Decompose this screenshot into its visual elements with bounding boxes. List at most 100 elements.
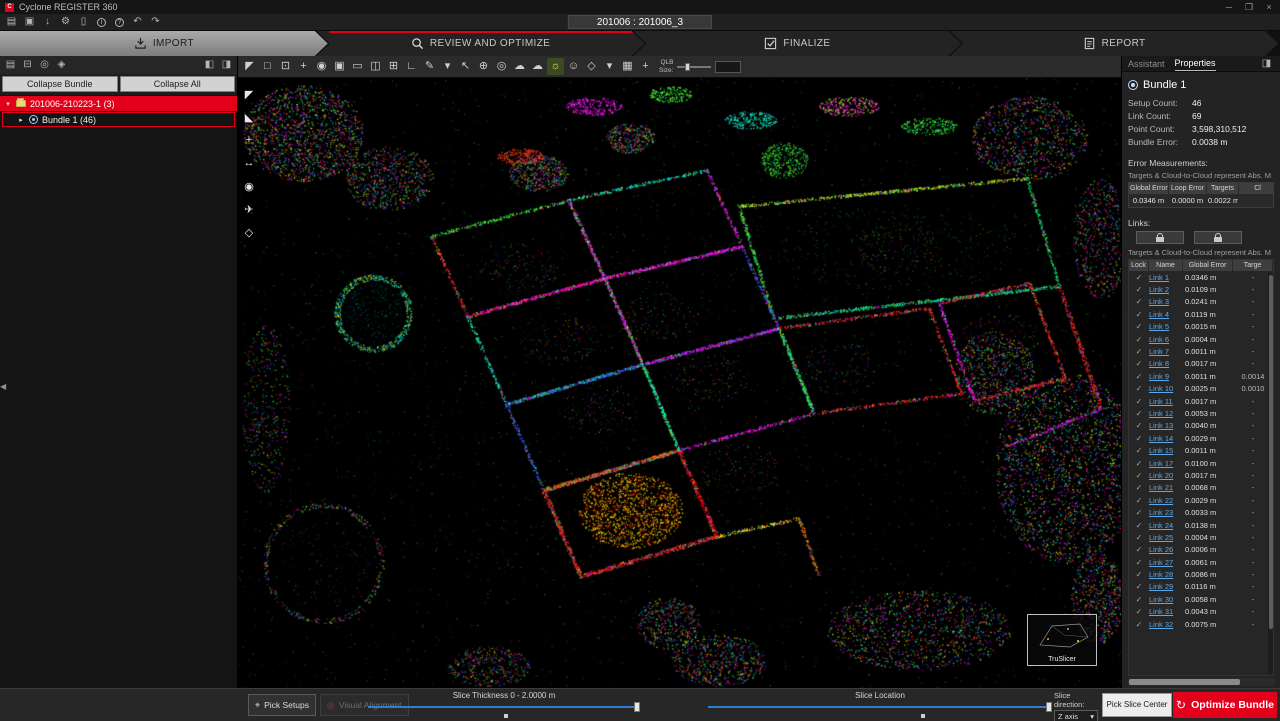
link-lock-check[interactable]: ✓ [1129, 409, 1149, 418]
slice-direction-select[interactable]: Z axis ▾ [1054, 710, 1098, 721]
link-row[interactable]: ✓Link 110.0017 m- [1129, 395, 1273, 407]
list-icon[interactable]: ▤ [3, 59, 18, 72]
link-row[interactable]: ✓Link 150.0011 m- [1129, 444, 1273, 456]
optimize-bundle-button[interactable]: ↻ Optimize Bundle [1173, 692, 1277, 718]
close-button[interactable]: × [1263, 2, 1275, 13]
link-name[interactable]: Link 5 [1149, 322, 1183, 331]
slice-location-slider[interactable] [708, 706, 1052, 708]
expand-caret-icon[interactable]: ▾ [4, 100, 12, 108]
link-row[interactable]: ✓Link 40.0119 m- [1129, 308, 1273, 320]
look-icon[interactable]: ◉ [241, 178, 257, 194]
link-name[interactable]: Link 30 [1149, 595, 1183, 604]
link-lock-check[interactable]: ✓ [1129, 347, 1149, 356]
panel-right-icon[interactable]: ◨ [219, 59, 234, 72]
axes-icon[interactable]: + [637, 58, 654, 75]
expand-caret-icon[interactable]: ▸ [17, 116, 25, 124]
quad-view-icon[interactable]: ⊞ [385, 58, 402, 75]
pencil-icon[interactable]: ✎ [421, 58, 438, 75]
cursor-icon[interactable]: ◤ [241, 86, 257, 102]
tab-assistant[interactable]: Assistant [1128, 57, 1165, 71]
link-name[interactable]: Link 22 [1149, 496, 1183, 505]
select-icon[interactable]: ◤ [241, 58, 258, 75]
dual-view-icon[interactable]: ◫ [367, 58, 384, 75]
maximize-button[interactable]: ❐ [1243, 2, 1255, 13]
link-lock-check[interactable]: ✓ [1129, 446, 1149, 455]
link-name[interactable]: Link 20 [1149, 471, 1183, 480]
link-row[interactable]: ✓Link 10.0346 m- [1129, 271, 1273, 283]
redo-icon[interactable]: ↷ [148, 16, 163, 29]
link-lock-check[interactable]: ✓ [1129, 273, 1149, 282]
link-name[interactable]: Link 25 [1149, 533, 1183, 542]
snapshot-icon[interactable]: ▣ [331, 58, 348, 75]
link-name[interactable]: Link 24 [1149, 521, 1183, 530]
point-cloud-view[interactable]: ◤◣+↔◉✈◇ TruSlicer [238, 78, 1121, 688]
link-row[interactable]: ✓Link 50.0015 m- [1129, 321, 1273, 333]
undo-icon[interactable]: ↶ [130, 16, 145, 29]
help-icon[interactable]: ? [112, 16, 127, 29]
camera-icon[interactable]: ◉ [313, 58, 330, 75]
bulb-icon[interactable]: ☼ [547, 58, 564, 75]
link-row[interactable]: ✓Link 210.0068 m- [1129, 482, 1273, 494]
link-row[interactable]: ✓Link 80.0017 m- [1129, 358, 1273, 370]
tree-item-bundle[interactable]: ▸ Bundle 1 (46) [2, 112, 235, 127]
single-view-icon[interactable]: ▭ [349, 58, 366, 75]
link-lock-check[interactable]: ✓ [1129, 533, 1149, 542]
link-row[interactable]: ✓Link 320.0075 m- [1129, 618, 1273, 630]
link-name[interactable]: Link 27 [1149, 558, 1183, 567]
link-lock-check[interactable]: ✓ [1129, 496, 1149, 505]
qlb-size-slider[interactable] [677, 66, 711, 68]
workflow-step-import[interactable]: IMPORT [0, 31, 328, 56]
panel-layout-icon[interactable]: ◨ [1259, 57, 1274, 70]
link-row[interactable]: ✓Link 200.0017 m- [1129, 469, 1273, 481]
link-name[interactable]: Link 9 [1149, 372, 1183, 381]
link-row[interactable]: ✓Link 170.0100 m- [1129, 457, 1273, 469]
sphere-icon[interactable]: ◎ [493, 58, 510, 75]
link-lock-check[interactable]: ✓ [1129, 471, 1149, 480]
link-row[interactable]: ✓Link 310.0043 m- [1129, 606, 1273, 618]
fly-icon[interactable]: ✈ [241, 201, 257, 217]
slice-location-thumb[interactable] [1046, 702, 1052, 712]
cloud-align-icon[interactable]: ☁ [529, 58, 546, 75]
link-name[interactable]: Link 7 [1149, 347, 1183, 356]
pan-3d-icon[interactable]: + [295, 58, 312, 75]
link-name[interactable]: Link 17 [1149, 459, 1183, 468]
link-name[interactable]: Link 3 [1149, 297, 1183, 306]
link-row[interactable]: ✓Link 60.0004 m- [1129, 333, 1273, 345]
links-vertical-scrollbar[interactable] [1268, 273, 1273, 675]
pick-slice-center-button[interactable]: Pick Slice Center [1102, 693, 1172, 717]
link-row[interactable]: ✓Link 70.0011 m- [1129, 345, 1273, 357]
link-name[interactable]: Link 21 [1149, 483, 1183, 492]
link-lock-check[interactable]: ✓ [1129, 620, 1149, 629]
link-row[interactable]: ✓Link 30.0241 m- [1129, 296, 1273, 308]
marquee-icon[interactable]: □ [259, 58, 276, 75]
links-column-header[interactable]: Name [1149, 260, 1183, 271]
link-lock-check[interactable]: ✓ [1129, 434, 1149, 443]
link-row[interactable]: ✓Link 260.0006 m- [1129, 544, 1273, 556]
panel-left-icon[interactable]: ◧ [202, 59, 217, 72]
links-column-header[interactable]: Global Error [1183, 260, 1233, 271]
measure-icon[interactable]: ∟ [403, 58, 420, 75]
link-name[interactable]: Link 11 [1149, 397, 1183, 406]
pick-setups-button[interactable]: ⌖ Pick Setups [248, 694, 316, 716]
link-row[interactable]: ✓Link 100.0025 m0.0010 [1129, 383, 1273, 395]
link-lock-check[interactable]: ✓ [1129, 372, 1149, 381]
link-name[interactable]: Link 4 [1149, 310, 1183, 319]
link-lock-check[interactable]: ✓ [1129, 595, 1149, 604]
attach-icon[interactable]: ⊟ [20, 59, 35, 72]
link-name[interactable]: Link 32 [1149, 620, 1183, 629]
link-lock-check[interactable]: ✓ [1129, 384, 1149, 393]
grid-icon[interactable]: ▦ [619, 58, 636, 75]
pan-icon[interactable]: + [241, 132, 257, 148]
cube-icon[interactable]: ◇ [241, 224, 257, 240]
link-name[interactable]: Link 29 [1149, 582, 1183, 591]
info-icon[interactable]: i [94, 16, 109, 29]
cursor-remove-icon[interactable]: ◣ [241, 109, 257, 125]
import-icon[interactable]: ↓ [40, 16, 55, 29]
link-name[interactable]: Link 31 [1149, 607, 1183, 616]
slice-thickness-thumb[interactable] [634, 702, 640, 712]
link-name[interactable]: Link 13 [1149, 421, 1183, 430]
workflow-step-report[interactable]: REPORT [950, 31, 1278, 56]
minimize-button[interactable]: ─ [1223, 2, 1235, 13]
workflow-step-review[interactable]: REVIEW AND OPTIMIZE [317, 31, 645, 56]
tab-properties[interactable]: Properties [1175, 56, 1216, 71]
